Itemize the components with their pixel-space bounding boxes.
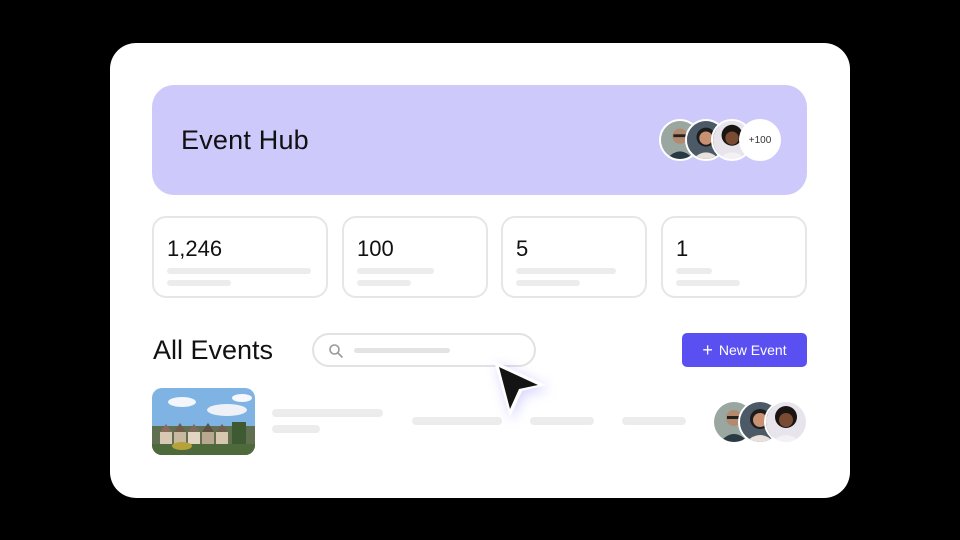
stat-card: 100 xyxy=(342,216,488,298)
new-event-label: New Event xyxy=(718,342,787,358)
search-icon xyxy=(329,344,343,358)
stat-card: 1 xyxy=(661,216,807,298)
more-attendees-badge[interactable]: +100 xyxy=(739,119,781,161)
placeholder-bar xyxy=(516,280,580,286)
new-event-button[interactable]: + New Event xyxy=(682,333,807,367)
placeholder-bar xyxy=(622,417,686,425)
stat-value: 5 xyxy=(516,236,529,261)
search-placeholder-bar xyxy=(354,348,450,353)
stat-value: 1,246 xyxy=(167,236,223,261)
event-thumbnail xyxy=(152,388,255,455)
event-list-item[interactable] xyxy=(152,388,808,456)
avatar xyxy=(764,400,808,444)
placeholder-bar xyxy=(167,268,311,274)
stat-value: 1 xyxy=(676,236,689,261)
stat-value: 100 xyxy=(357,236,394,261)
placeholder-bar xyxy=(676,280,740,286)
placeholder-bar xyxy=(357,268,434,274)
stat-card: 1,246 xyxy=(152,216,328,298)
placeholder-bar xyxy=(167,280,231,286)
section-title: All Events xyxy=(153,335,274,365)
placeholder-bar xyxy=(676,268,712,274)
placeholder-bar xyxy=(357,280,411,286)
stat-card: 5 xyxy=(501,216,647,298)
placeholder-bar xyxy=(272,409,383,417)
page-title: Event Hub xyxy=(181,125,309,155)
event-hub-card: Event Hub +100 1,246 100 5 1 All Events … xyxy=(110,43,850,498)
placeholder-bar xyxy=(516,268,616,274)
hero-banner: Event Hub +100 xyxy=(152,85,807,195)
plus-icon: + xyxy=(702,340,713,360)
mouse-pointer-icon xyxy=(494,361,550,421)
placeholder-bar xyxy=(272,425,320,433)
